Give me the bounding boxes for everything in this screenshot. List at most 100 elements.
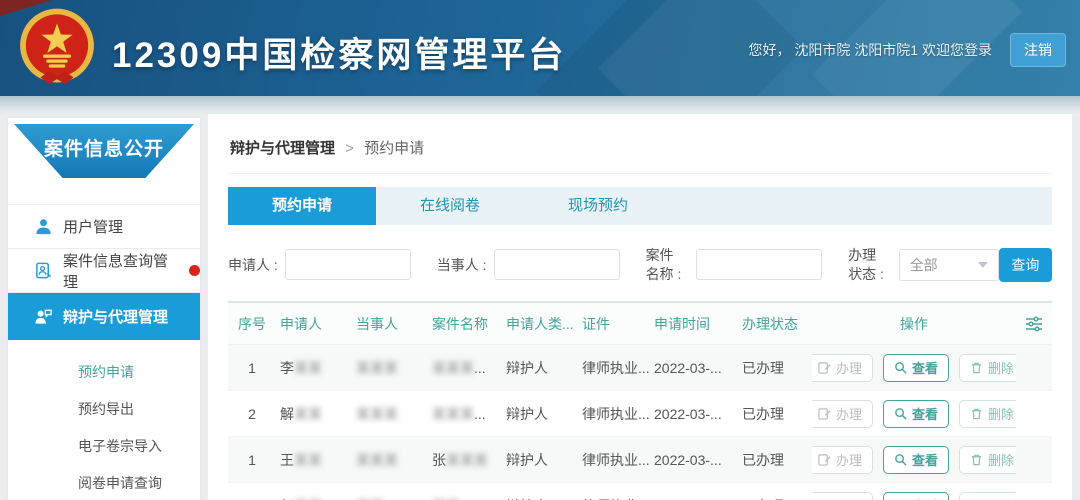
chevron-down-icon — [978, 262, 988, 268]
cell-applicant-type: 辩护人 — [502, 483, 578, 500]
sidebar-item-label: 用户管理 — [63, 216, 123, 237]
cell-status: 已办理 — [738, 391, 812, 437]
sidebar-item-case-query-management[interactable]: 案件信息查询管理 — [8, 249, 200, 293]
sidebar: 案件信息公开 用户管理 案件信息查询管理 — [8, 118, 200, 500]
breadcrumb: 辩护与代理管理 > 预约申请 — [228, 114, 1052, 174]
col-header-status: 办理状态 — [738, 303, 812, 345]
breadcrumb-parent[interactable]: 辩护与代理管理 — [230, 140, 335, 157]
tab-online-file-review[interactable]: 在线阅卷 — [376, 187, 524, 225]
cell-apply-time: 2022-03-... — [650, 391, 738, 437]
delete-button[interactable]: 删除 — [959, 354, 1016, 382]
cell-no: 1 — [228, 483, 276, 500]
cell-status: 已办理 — [738, 483, 812, 500]
redacted-text: 某某 — [294, 360, 322, 376]
col-header-apply-time: 申请时间 — [650, 303, 738, 345]
trash-icon — [970, 407, 983, 420]
delete-button[interactable]: 删除 — [959, 400, 1016, 428]
table-row: 1 李某某 某某某 某某某... 辩护人 律师执业... 2022-03-...… — [228, 345, 1052, 391]
defense-agent-icon — [34, 307, 53, 326]
cell-certificate: 律师执业... — [578, 437, 650, 483]
handle-button[interactable]: 办理 — [812, 400, 873, 428]
status-label: 办理状态 : — [848, 246, 890, 284]
handle-button[interactable]: 办理 — [812, 492, 873, 500]
cell-certificate: 律师执业... — [578, 483, 650, 500]
row-actions: 办理 查看 删除 — [816, 400, 1016, 428]
redacted-text: 某某某 — [356, 360, 398, 376]
table-header-row: 序号 申请人 当事人 案件名称 申请人类... 证件 申请时间 办理状态 操作 — [228, 303, 1052, 345]
filter-bar: 申请人 : 当事人 : 案件名称 : 办理状态 : 全部 查询 — [228, 246, 1052, 284]
cell-case-name: 张某某某 — [428, 437, 502, 483]
handle-button[interactable]: 办理 — [812, 446, 873, 474]
cell-applicant: 赵某某 — [276, 483, 352, 500]
view-button[interactable]: 查看 — [883, 400, 949, 428]
case-name-input[interactable] — [696, 249, 822, 280]
header-sub-band — [0, 96, 1080, 114]
delete-button[interactable]: 删除 — [959, 446, 1016, 474]
handle-button[interactable]: 办理 — [812, 354, 873, 382]
cell-party: 某某某 — [352, 345, 428, 391]
submenu-item-appointment-export[interactable]: 预约导出 — [8, 391, 200, 428]
cell-apply-time: 2022-03-... — [650, 437, 738, 483]
cell-applicant: 王某某 — [276, 437, 352, 483]
logout-button[interactable]: 注销 — [1010, 33, 1066, 67]
submenu-item-appointment-apply[interactable]: 预约申请 — [8, 354, 200, 391]
tab-onsite-appointment[interactable]: 现场预约 — [524, 187, 672, 225]
sidebar-item-defense-agent-management[interactable]: 辩护与代理管理 — [8, 293, 200, 340]
edit-note-icon — [818, 453, 831, 466]
results-table: 序号 申请人 当事人 案件名称 申请人类... 证件 申请时间 办理状态 操作 — [228, 303, 1052, 500]
notification-dot-badge — [189, 265, 200, 276]
results-table-wrap: 序号 申请人 当事人 案件名称 申请人类... 证件 申请时间 办理状态 操作 — [228, 301, 1052, 500]
view-button[interactable]: 查看 — [883, 492, 949, 500]
cell-certificate: 律师执业... — [578, 391, 650, 437]
applicant-label: 申请人 : — [228, 255, 278, 275]
cell-apply-time: 2022-03-... — [650, 483, 738, 500]
column-filter-icon — [1025, 316, 1043, 332]
col-header-case-name: 案件名称 — [428, 303, 502, 345]
breadcrumb-separator: > — [345, 140, 354, 157]
search-button[interactable]: 查询 — [999, 248, 1052, 282]
sidebar-item-label: 辩护与代理管理 — [63, 306, 168, 327]
submenu-item-efile-import[interactable]: 电子卷宗导入 — [8, 428, 200, 465]
tab-appointment-apply[interactable]: 预约申请 — [228, 187, 376, 225]
status-select[interactable]: 全部 — [899, 249, 999, 281]
cell-applicant: 解某某 — [276, 391, 352, 437]
cell-apply-time: 2022-03-... — [650, 345, 738, 391]
user-icon — [34, 217, 53, 236]
sidebar-item-label: 案件信息查询管理 — [63, 250, 178, 292]
delete-button[interactable]: 删除 — [959, 492, 1016, 500]
cell-certificate: 律师执业... — [578, 345, 650, 391]
sidebar-banner: 案件信息公开 — [14, 124, 194, 178]
view-button[interactable]: 查看 — [883, 446, 949, 474]
party-input[interactable] — [494, 249, 620, 280]
cell-spacer — [1016, 437, 1052, 483]
tab-bar: 预约申请 在线阅卷 现场预约 — [228, 187, 1052, 225]
table-row: 1 王某某 某某某 张某某某 辩护人 律师执业... 2022-03-... 已… — [228, 437, 1052, 483]
redacted-text: 某某某 — [446, 452, 488, 468]
table-body: 1 李某某 某某某 某某某... 辩护人 律师执业... 2022-03-...… — [228, 345, 1052, 500]
cell-no: 1 — [228, 345, 276, 391]
sidebar-submenu: 预约申请 预约导出 电子卷宗导入 阅卷申请查询 — [8, 340, 200, 500]
view-button[interactable]: 查看 — [883, 354, 949, 382]
row-actions: 办理 查看 删除 — [816, 354, 1016, 382]
sidebar-item-user-management[interactable]: 用户管理 — [8, 205, 200, 249]
cell-spacer — [1016, 483, 1052, 500]
row-actions: 办理 查看 删除 — [816, 492, 1016, 500]
national-emblem-icon — [16, 7, 98, 89]
trash-icon — [970, 453, 983, 466]
submenu-item-file-review-query[interactable]: 阅卷申请查询 — [8, 465, 200, 500]
sidebar-menu: 用户管理 案件信息查询管理 辩护与代理管理 — [8, 204, 200, 340]
cell-applicant-type: 辩护人 — [502, 391, 578, 437]
redacted-text: 某某某 — [432, 360, 474, 376]
cell-no: 2 — [228, 391, 276, 437]
col-header-party: 当事人 — [352, 303, 428, 345]
applicant-input[interactable] — [285, 249, 411, 280]
redacted-text: 某某 — [294, 452, 322, 468]
redacted-text: 某某某 — [356, 406, 398, 422]
cell-case-name: 某某某... — [428, 391, 502, 437]
magnifier-icon — [894, 407, 907, 420]
table-row: 1 赵某某 某某 某某 辩护人 律师执业... 2022-03-... 已办理 … — [228, 483, 1052, 500]
cell-party: 某某 — [352, 483, 428, 500]
redacted-text: 某某某 — [432, 406, 474, 422]
col-header-filter[interactable] — [1016, 303, 1052, 345]
cell-applicant-type: 辩护人 — [502, 345, 578, 391]
